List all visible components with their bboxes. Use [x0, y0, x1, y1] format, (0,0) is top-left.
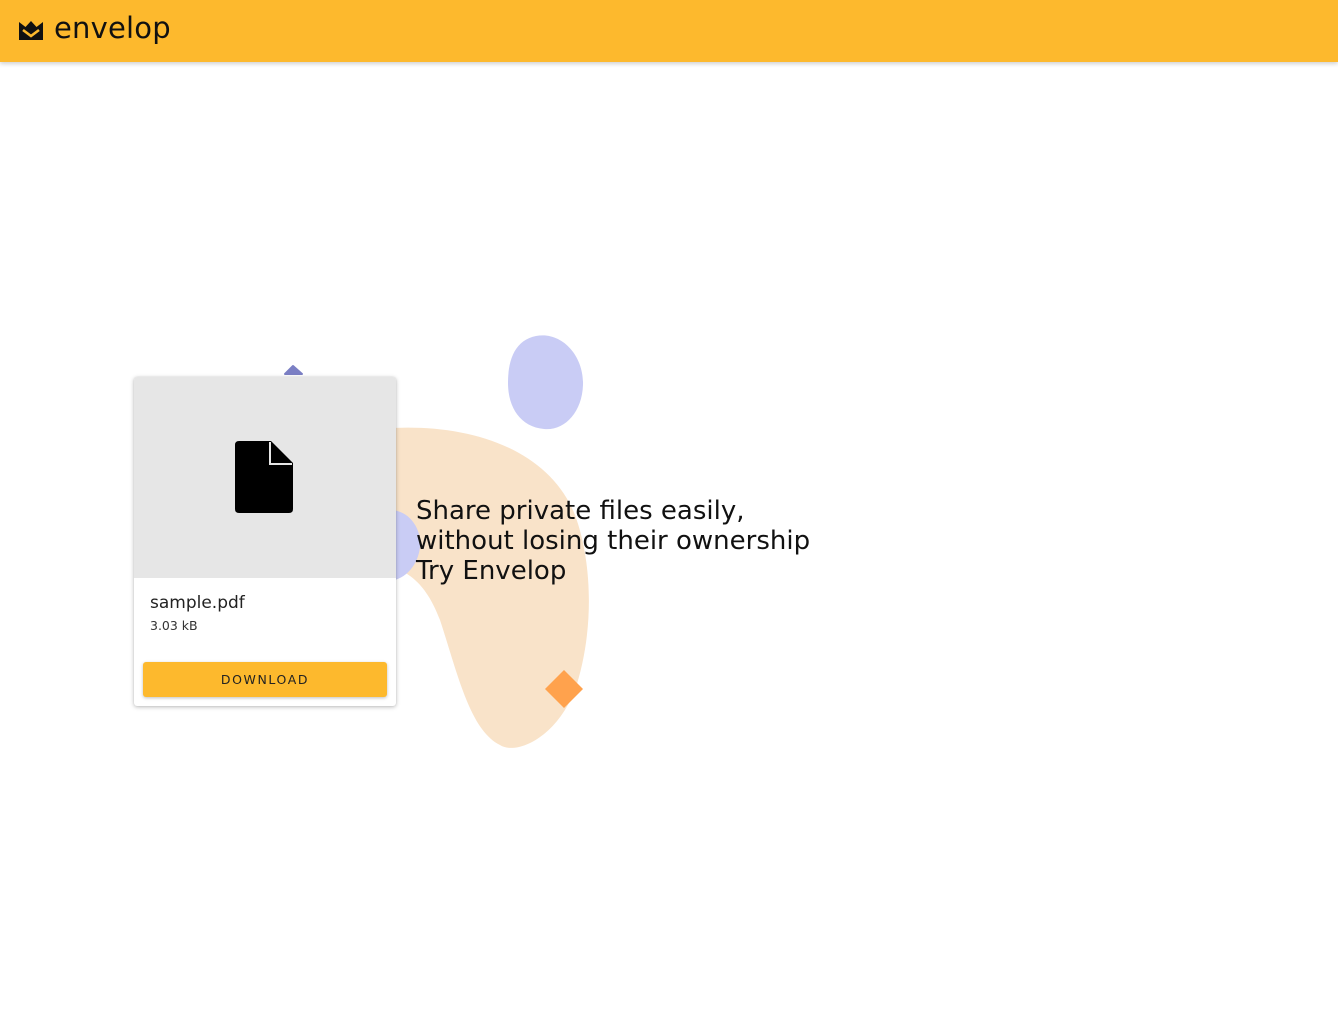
orange-diamond-decoration — [545, 670, 583, 708]
lavender-blob-decoration — [508, 335, 584, 430]
hero-tagline: Share private files easily, without losi… — [416, 496, 810, 586]
tagline-line-2: without losing their ownership — [416, 526, 811, 556]
file-preview-area — [134, 377, 396, 578]
try-envelop-link[interactable]: Try Envelop — [416, 556, 566, 586]
tagline-line-1: Share private files easily, — [416, 496, 745, 526]
envelop-logo[interactable]: envelop — [18, 11, 171, 48]
file-name: sample.pdf — [150, 593, 245, 613]
logo-wordmark: envelop — [54, 11, 171, 45]
file-icon — [235, 441, 293, 513]
crown-envelope-icon — [19, 21, 43, 40]
download-button[interactable]: DOWNLOAD — [143, 662, 387, 697]
file-size: 3.03 kB — [150, 618, 198, 633]
top-app-bar: envelop — [0, 0, 1338, 62]
file-card: sample.pdf 3.03 kB DOWNLOAD — [134, 377, 396, 706]
